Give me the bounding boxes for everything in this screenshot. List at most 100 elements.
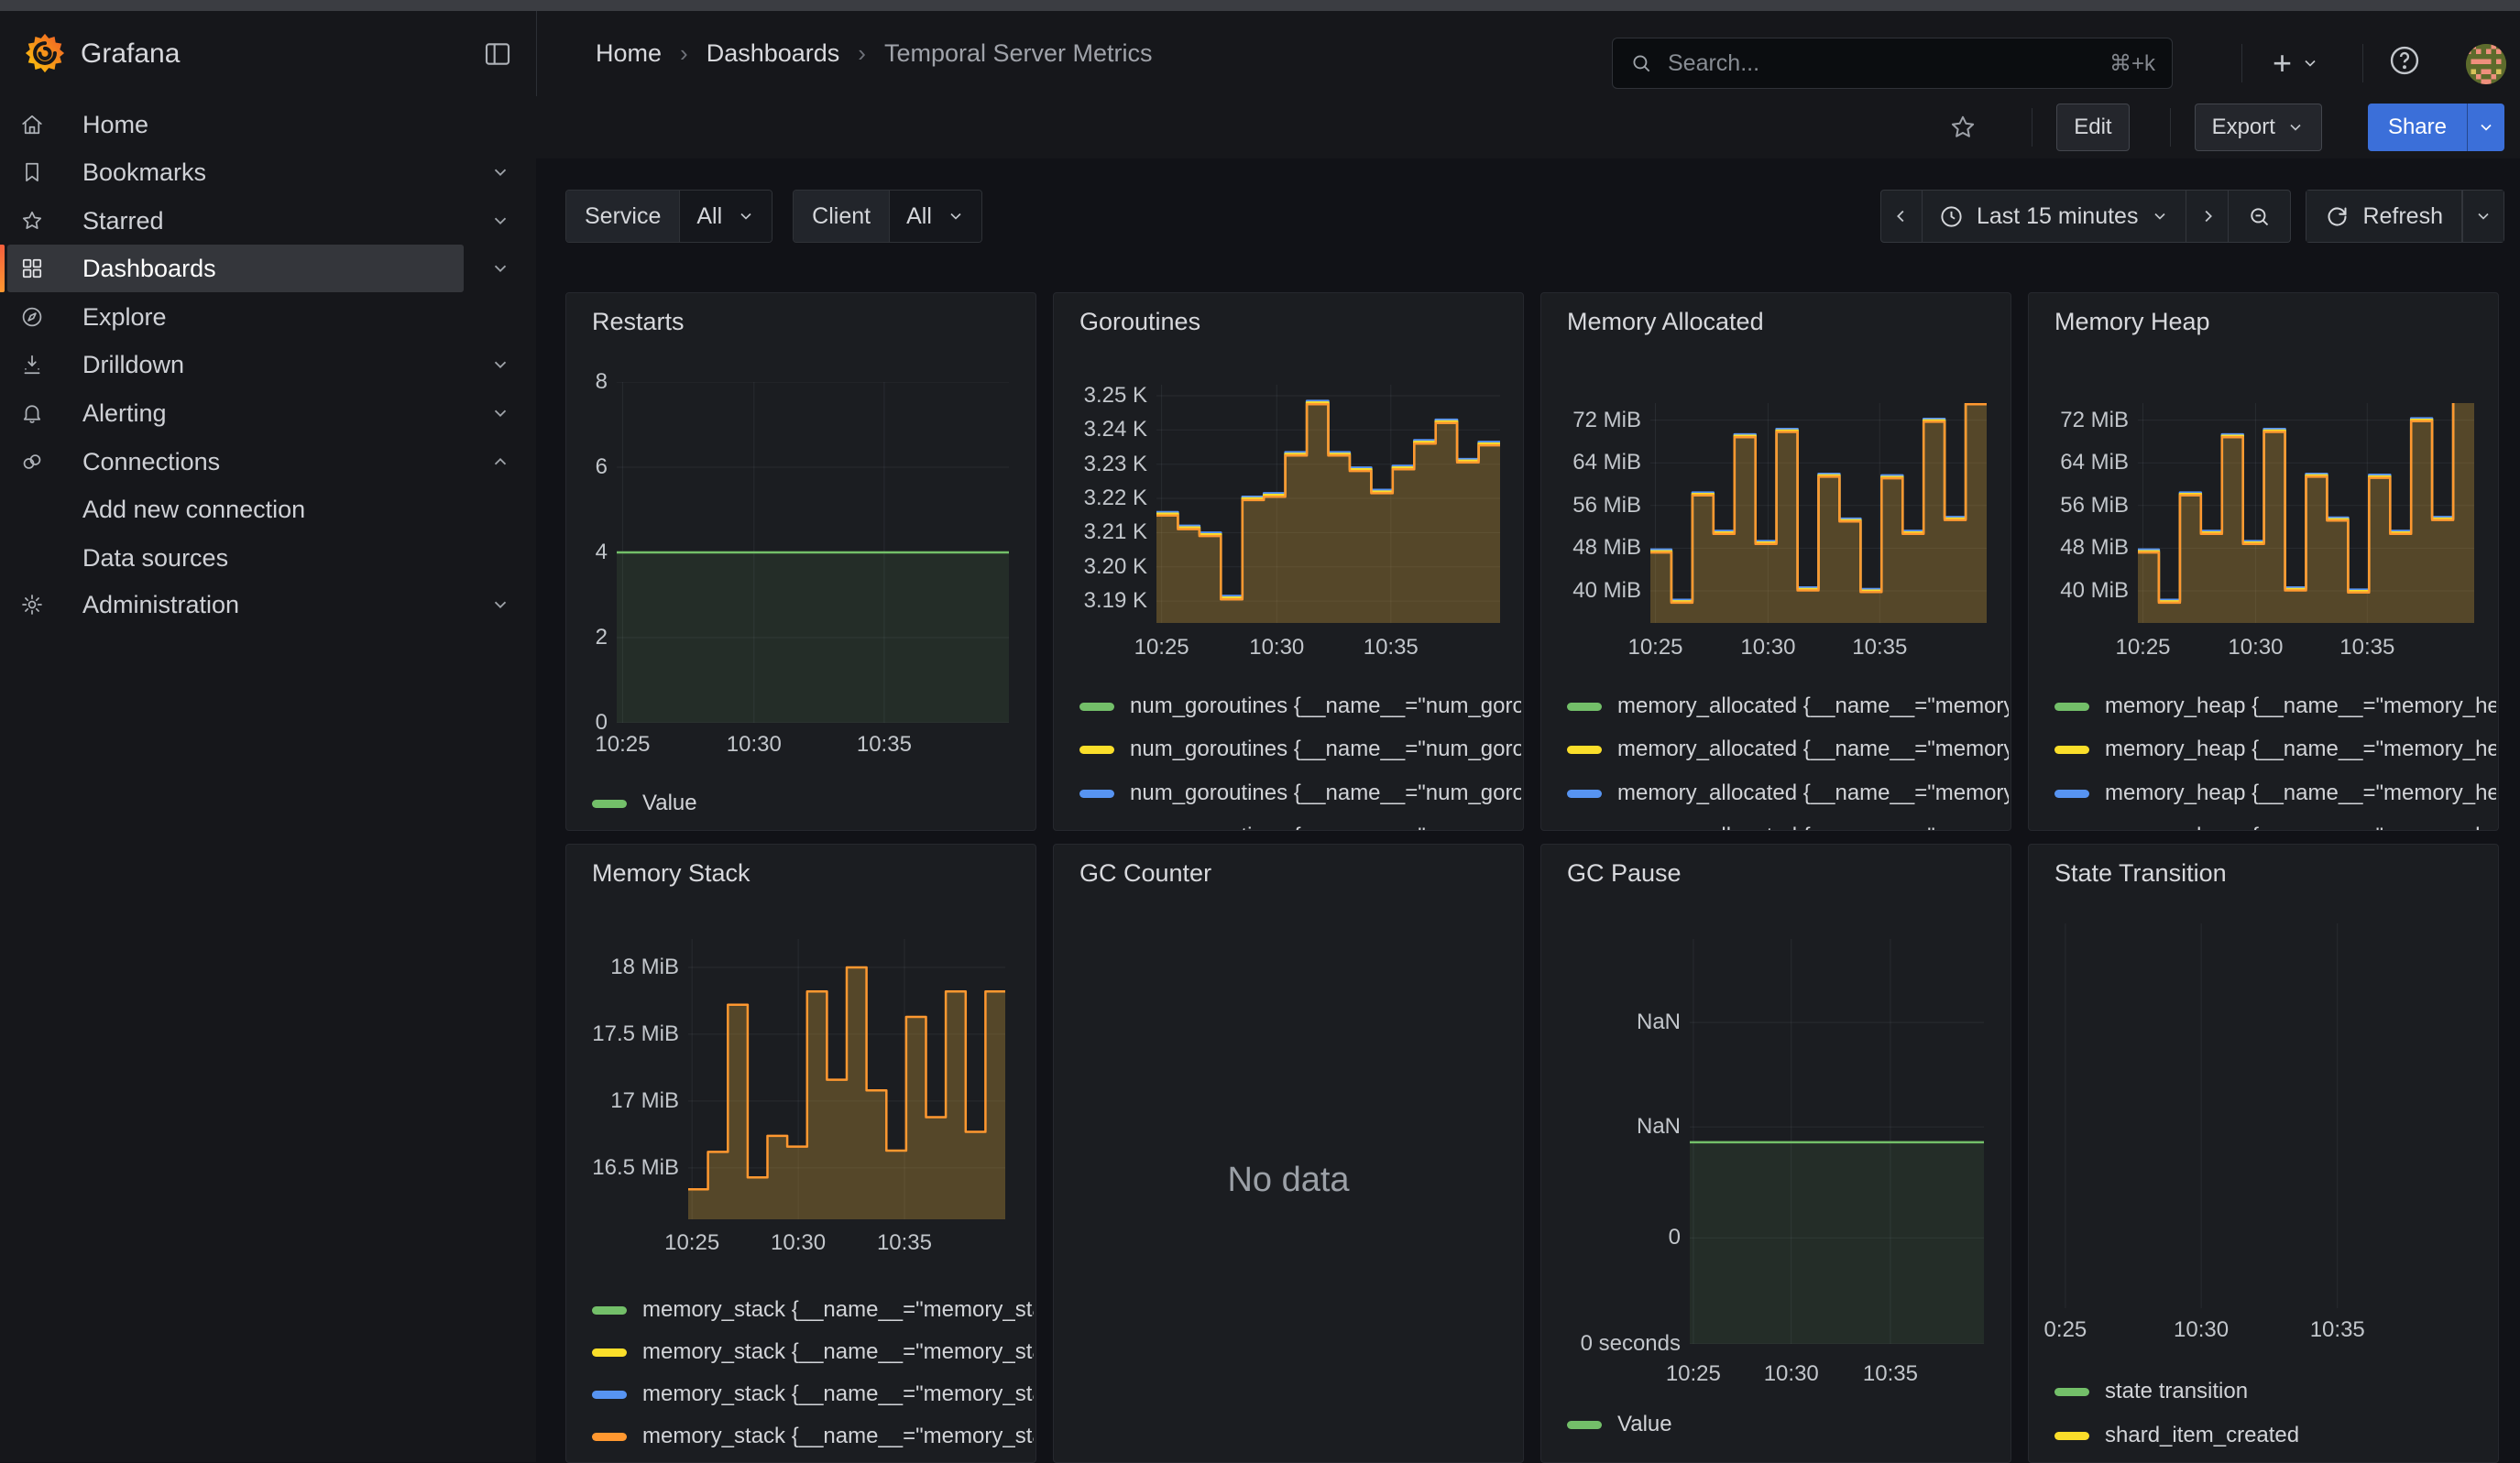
dashboards-icon: [20, 257, 44, 280]
top-nav: Grafana Home › Dashboards › Temporal Ser…: [0, 11, 2520, 97]
chart-area[interactable]: [1156, 385, 1500, 623]
chart-area[interactable]: [617, 382, 1009, 723]
chevron-down-icon[interactable]: [490, 403, 510, 423]
legend-item[interactable]: memory_heap {__name__="memory_heap": [2054, 691, 2496, 722]
chart-area[interactable]: [1650, 403, 1987, 623]
legend-item[interactable]: num_goroutines {__name__="num_goroutines…: [1079, 778, 1521, 809]
sidebar-item-add-new-connection[interactable]: Add new connection: [7, 486, 464, 533]
sidebar-item-explore[interactable]: Explore: [7, 293, 464, 341]
legend-label: num_goroutines {__name__="num_goroutines…: [1130, 737, 1521, 762]
sidebar-item-drilldown[interactable]: Drilldown: [7, 341, 464, 388]
panel-title[interactable]: GC Pause: [1567, 859, 1682, 888]
breadcrumb-home[interactable]: Home: [596, 39, 662, 68]
filter-service: ServiceAll: [565, 190, 772, 243]
chevron-down-icon[interactable]: [490, 258, 510, 278]
sidebar-item-data-sources[interactable]: Data sources: [7, 534, 464, 582]
panel-title[interactable]: Memory Allocated: [1567, 308, 1764, 336]
time-range-picker[interactable]: Last 15 minutes: [1923, 190, 2187, 243]
legend-item[interactable]: memory_stack {__name__="memory_stack": [592, 1379, 1034, 1410]
x-axis-label: 0:25: [2028, 1317, 2134, 1343]
chevron-down-icon[interactable]: [490, 162, 510, 182]
legend-swatch: [1079, 746, 1114, 754]
legend-item[interactable]: memory_stack {__name__="memory_stack": [592, 1294, 1034, 1326]
chevron-down-icon[interactable]: [490, 595, 510, 615]
toolbar-divider: [2170, 108, 2171, 147]
share-menu-button[interactable]: [2467, 104, 2504, 151]
chart-area[interactable]: [2054, 923, 2492, 1308]
legend-item[interactable]: memory_allocated {__name__="memory_alloc…: [1567, 734, 2009, 765]
legend-swatch: [592, 800, 627, 808]
refresh-interval-button[interactable]: [2462, 190, 2504, 243]
panel-title[interactable]: Restarts: [592, 308, 685, 336]
share-button[interactable]: Share: [2368, 104, 2467, 151]
nav-divider: [536, 11, 537, 96]
legend-item[interactable]: memory_allocated {__name__="memory_alloc…: [1567, 821, 2009, 831]
sidebar-item-label: Administration: [82, 581, 239, 628]
legend-item[interactable]: Value: [592, 788, 1034, 819]
legend-swatch: [1567, 790, 1602, 798]
legend-item[interactable]: memory_stack {__name__="memory_stack": [592, 1421, 1034, 1452]
time-forward-button[interactable]: [2186, 190, 2229, 243]
legend-item[interactable]: state transition: [2054, 1376, 2496, 1407]
legend-item[interactable]: Value: [1567, 1409, 2009, 1440]
filter-client-value[interactable]: All: [890, 191, 981, 242]
sidebar-item-home[interactable]: Home: [7, 101, 464, 148]
legend-swatch: [592, 1348, 627, 1357]
zoom-out-button[interactable]: [2229, 190, 2291, 243]
panel-title[interactable]: Goroutines: [1079, 308, 1200, 336]
x-axis-label: 10:35: [836, 1230, 973, 1256]
chevron-down-icon[interactable]: [490, 355, 510, 375]
legend-label: memory_stack {__name__="memory_stack": [642, 1424, 1034, 1449]
panel-title[interactable]: State Transition: [2054, 859, 2227, 888]
search-box[interactable]: ⌘+k: [1612, 38, 2173, 89]
refresh-icon: [2325, 204, 2350, 229]
chart-area[interactable]: [2138, 403, 2474, 623]
sidebar-item-starred[interactable]: Starred: [7, 197, 464, 245]
chart-area[interactable]: [1690, 939, 1984, 1344]
legend-item[interactable]: memory_allocated {__name__="memory_alloc…: [1567, 778, 2009, 809]
legend-item[interactable]: memory_heap {__name__="memory_heap": [2054, 821, 2496, 831]
panel-title[interactable]: Memory Heap: [2054, 308, 2210, 336]
legend-label: shard_item_created: [2105, 1423, 2299, 1448]
legend-item[interactable]: num_goroutines {__name__="num_goroutines…: [1079, 821, 1521, 831]
grafana-logo[interactable]: [24, 32, 66, 74]
legend-item[interactable]: num_goroutines {__name__="num_goroutines…: [1079, 691, 1521, 722]
legend-swatch: [2054, 790, 2089, 798]
filter-service-value[interactable]: All: [680, 191, 772, 242]
add-new-button[interactable]: +: [2273, 38, 2319, 88]
refresh-split-button: Refresh: [2306, 190, 2504, 243]
legend-item[interactable]: num_goroutines {__name__="num_goroutines…: [1079, 734, 1521, 765]
sidebar-item-alerting[interactable]: Alerting: [7, 389, 464, 437]
search-input[interactable]: [1666, 49, 2109, 78]
edit-button[interactable]: Edit: [2056, 104, 2129, 151]
panel-title[interactable]: GC Counter: [1079, 859, 1211, 888]
sidebar-toggle-icon[interactable]: [483, 39, 512, 69]
export-button[interactable]: Export: [2195, 104, 2322, 151]
y-axis-label: 17 MiB: [565, 1088, 679, 1114]
avatar[interactable]: [2466, 44, 2506, 84]
time-back-button[interactable]: [1880, 190, 1923, 243]
legend-item[interactable]: memory_stack {__name__="memory_stack": [592, 1337, 1034, 1368]
chevron-down-icon[interactable]: [490, 211, 510, 231]
chevron-up-icon[interactable]: [490, 452, 510, 472]
y-axis-label: 18 MiB: [565, 955, 679, 980]
help-icon[interactable]: [2388, 44, 2421, 77]
legend-item[interactable]: memory_allocated {__name__="memory_alloc…: [1567, 691, 2009, 722]
legend-label: memory_allocated {__name__="memory_alloc…: [1617, 824, 2009, 831]
breadcrumb-dashboards[interactable]: Dashboards: [707, 39, 840, 68]
sidebar-item-administration[interactable]: Administration: [7, 581, 464, 628]
panel-title[interactable]: Memory Stack: [592, 859, 751, 888]
legend-item[interactable]: shard_item_created: [2054, 1420, 2496, 1451]
x-axis-label: 10:30: [685, 732, 823, 758]
sidebar-item-bookmarks[interactable]: Bookmarks: [7, 148, 464, 196]
bookmark-icon: [20, 160, 44, 184]
sidebar-item-dashboards[interactable]: Dashboards: [7, 245, 464, 292]
panel-restarts: Restarts0246810:2510:3010:35Value: [565, 292, 1036, 831]
refresh-button[interactable]: Refresh: [2306, 190, 2462, 243]
star-icon[interactable]: [1949, 114, 1977, 141]
legend-item[interactable]: memory_heap {__name__="memory_heap": [2054, 778, 2496, 809]
legend-item[interactable]: memory_heap {__name__="memory_heap": [2054, 734, 2496, 765]
sidebar-item-connections[interactable]: Connections: [7, 438, 464, 486]
chart-area[interactable]: [688, 939, 1005, 1219]
legend-label: memory_stack {__name__="memory_stack": [642, 1339, 1034, 1365]
